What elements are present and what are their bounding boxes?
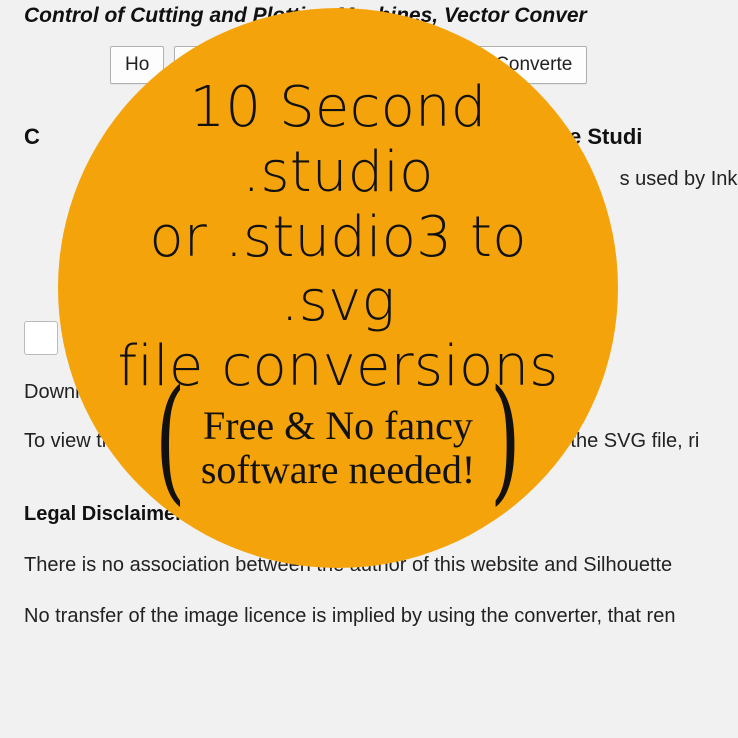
overlay-subtext: Free & No fancy software needed! [199,404,477,492]
overlay-line-1: 10 Second .studio [190,75,487,205]
overlay-circle: 10 Second .studio or .studio3 to .svg fi… [58,8,618,568]
overlay-sub-line-1: Free & No fancy [203,403,473,448]
left-paren-icon: ( [155,403,186,477]
heading-left: C [24,124,40,149]
overlay-sub-line-2: software needed! [201,447,475,492]
subline-right: s used by Ink [620,168,738,190]
right-paren-icon: ) [490,403,521,477]
overlay-line-2: or .studio3 to .svg [149,205,526,335]
overlay-headline: 10 Second .studio or .studio3 to .svg fi… [94,76,582,401]
choose-file-button[interactable] [24,321,58,355]
overlay-subline-wrap: ( Free & No fancy software needed! ) [144,404,532,492]
disclaimer-line-2: No transfer of the image licence is impl… [24,605,718,628]
